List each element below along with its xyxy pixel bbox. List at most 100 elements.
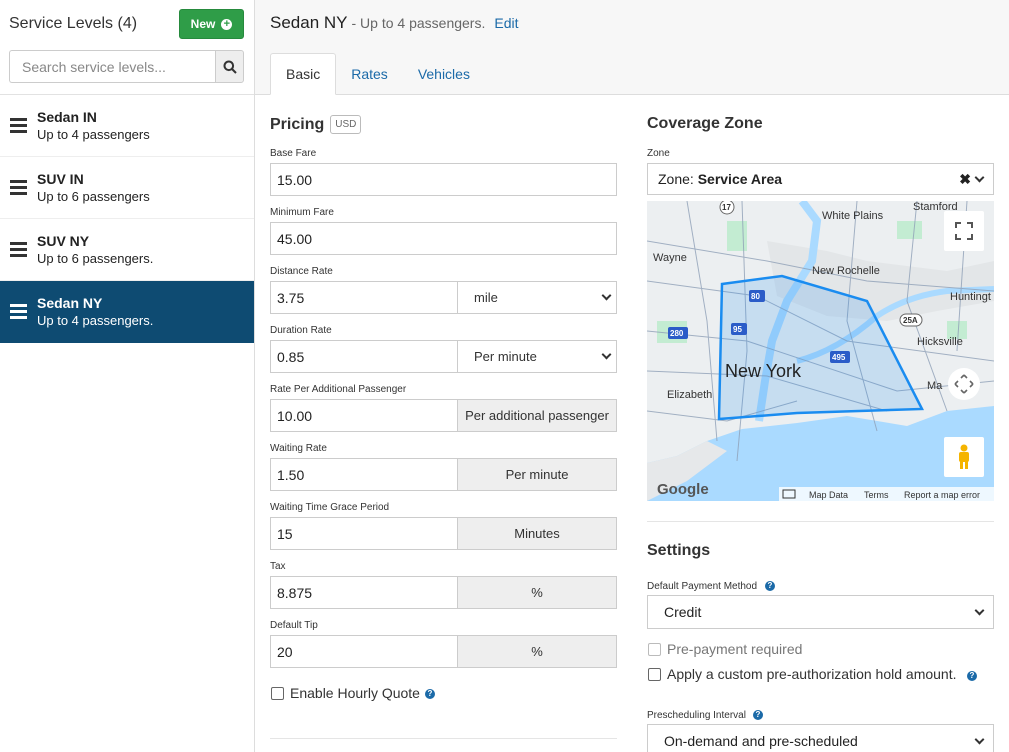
route-shield: 495 xyxy=(832,353,846,362)
help-icon[interactable]: ? xyxy=(765,581,775,591)
hourly-quote-checkbox[interactable] xyxy=(271,687,284,700)
map-label-city: New York xyxy=(725,361,802,381)
distance-unit-value: mile xyxy=(474,290,498,305)
list-item[interactable]: SUV IN Up to 6 passengers xyxy=(0,157,254,219)
waiting-rate-input[interactable]: 1.50 xyxy=(270,458,458,491)
divider xyxy=(647,521,994,522)
list-item-selected[interactable]: Sedan NY Up to 4 passengers. xyxy=(0,281,254,343)
prepayment-checkbox[interactable] xyxy=(648,643,661,656)
service-levels-sidebar: Service Levels (4) New + Sedan INUp to 4… xyxy=(0,0,255,752)
grace-period-label: Waiting Time Grace Period xyxy=(270,502,390,513)
default-tip-input[interactable]: 20 xyxy=(270,635,458,668)
drag-handle-icon[interactable] xyxy=(10,304,27,319)
search-input[interactable] xyxy=(9,50,215,83)
minimum-fare-input[interactable]: 45.00 xyxy=(270,222,617,255)
help-icon[interactable]: ? xyxy=(753,710,763,720)
report-map-error-link: Report a map error xyxy=(904,490,980,500)
item-subtitle: Up to 6 passengers xyxy=(37,188,150,204)
additional-passenger-label: Rate Per Additional Passenger xyxy=(270,384,407,395)
preauth-label: Apply a custom pre-authorization hold am… xyxy=(667,666,957,682)
payment-method-select[interactable]: Credit xyxy=(647,595,994,629)
duration-unit-select[interactable]: Per minute xyxy=(458,340,617,373)
new-button[interactable]: New + xyxy=(179,9,244,39)
grace-period-input[interactable]: 15 xyxy=(270,517,458,550)
item-subtitle: Up to 6 passengers. xyxy=(37,250,154,266)
default-tip-unit: % xyxy=(458,635,617,668)
page-title: Sedan NY xyxy=(270,13,348,32)
list-item[interactable]: SUV NY Up to 6 passengers. xyxy=(0,219,254,281)
map-label: Huntingt xyxy=(950,291,991,303)
zone-select-value: Zone: Service Area xyxy=(658,171,782,187)
tax-label: Tax xyxy=(270,561,286,572)
map-data-link: Map Data xyxy=(809,490,848,500)
pricing-title: Pricing xyxy=(270,116,325,133)
chevron-down-icon xyxy=(974,605,985,615)
zone-value: Service Area xyxy=(697,171,783,187)
hourly-quote-label: Enable Hourly Quote xyxy=(290,685,420,701)
drag-handle-icon[interactable] xyxy=(10,180,27,195)
duration-rate-label: Duration Rate xyxy=(270,325,332,336)
zone-select[interactable]: Zone: Service Area ✖ xyxy=(647,163,994,195)
edit-link[interactable]: Edit xyxy=(494,15,518,31)
payment-method-label: Default Payment Method xyxy=(647,581,758,592)
tab-basic[interactable]: Basic xyxy=(270,53,337,95)
divider xyxy=(270,738,617,739)
map-canvas: White Plains Stamford Wayne New Rochelle… xyxy=(647,201,994,501)
map-pan-control[interactable] xyxy=(948,368,980,400)
route-shield: 80 xyxy=(751,292,760,301)
item-name: Sedan IN xyxy=(37,108,97,125)
help-icon[interactable]: ? xyxy=(967,671,977,681)
sidebar-title: Service Levels (4) xyxy=(9,15,138,32)
duration-rate-input[interactable]: 0.85 xyxy=(270,340,458,373)
additional-passenger-input[interactable]: 10.00 xyxy=(270,399,458,432)
route-shield: 17 xyxy=(722,203,731,212)
chevron-down-icon xyxy=(601,349,612,360)
distance-rate-input[interactable]: 3.75 xyxy=(270,281,458,314)
distance-unit-select[interactable]: mile xyxy=(458,281,617,314)
prescheduling-select[interactable]: On-demand and pre-scheduled xyxy=(647,724,994,752)
list-item[interactable]: Sedan IN Up to 4 passengers xyxy=(0,95,254,157)
prescheduling-value: On-demand and pre-scheduled xyxy=(664,733,858,749)
zone-label: Zone xyxy=(647,148,670,159)
main-panel: Sedan NY - Up to 4 passengers. Edit Basi… xyxy=(255,0,1009,752)
prescheduling-label: Prescheduling Interval xyxy=(647,710,746,721)
duration-unit-value: Per minute xyxy=(474,349,537,364)
terms-link: Terms xyxy=(864,490,889,500)
waiting-rate-label: Waiting Rate xyxy=(270,443,327,454)
clear-icon[interactable]: ✖ xyxy=(959,171,971,188)
route-shield: 95 xyxy=(733,325,742,334)
tab-vehicles[interactable]: Vehicles xyxy=(403,53,485,95)
search-button[interactable] xyxy=(215,50,244,83)
map-label: White Plains xyxy=(822,210,884,222)
tax-input[interactable]: 8.875 xyxy=(270,576,458,609)
settings-title: Settings xyxy=(647,542,711,559)
prepayment-label: Pre-payment required xyxy=(667,641,803,657)
item-name: SUV IN xyxy=(37,170,84,187)
currency-badge: USD xyxy=(330,115,362,134)
help-icon[interactable]: ? xyxy=(425,689,435,699)
map-label: Elizabeth xyxy=(667,389,712,401)
distance-rate-label: Distance Rate xyxy=(270,266,333,277)
page-subtitle: - Up to 4 passengers. xyxy=(351,15,486,31)
base-fare-input[interactable]: 15.00 xyxy=(270,163,617,196)
search-icon xyxy=(223,60,237,74)
plus-icon: + xyxy=(221,18,233,30)
waiting-rate-unit: Per minute xyxy=(458,458,617,491)
additional-passenger-unit: Per additional passenger xyxy=(458,399,617,432)
tab-rates[interactable]: Rates xyxy=(336,53,403,95)
tax-unit: % xyxy=(458,576,617,609)
zone-prefix: Zone: xyxy=(658,171,694,187)
drag-handle-icon[interactable] xyxy=(10,242,27,257)
chevron-down-icon xyxy=(974,734,985,744)
drag-handle-icon[interactable] xyxy=(10,118,27,133)
new-button-label: New xyxy=(190,17,216,31)
default-tip-label: Default Tip xyxy=(270,620,318,631)
coverage-title: Coverage Zone xyxy=(647,115,763,132)
fullscreen-button[interactable] xyxy=(944,211,984,251)
chevron-down-icon[interactable] xyxy=(974,172,985,182)
street-view-button[interactable] xyxy=(944,437,984,477)
preauth-checkbox[interactable] xyxy=(648,668,661,681)
payment-method-value: Credit xyxy=(664,604,702,620)
coverage-map[interactable]: White Plains Stamford Wayne New Rochelle… xyxy=(647,201,994,501)
item-name: Sedan NY xyxy=(37,294,103,311)
